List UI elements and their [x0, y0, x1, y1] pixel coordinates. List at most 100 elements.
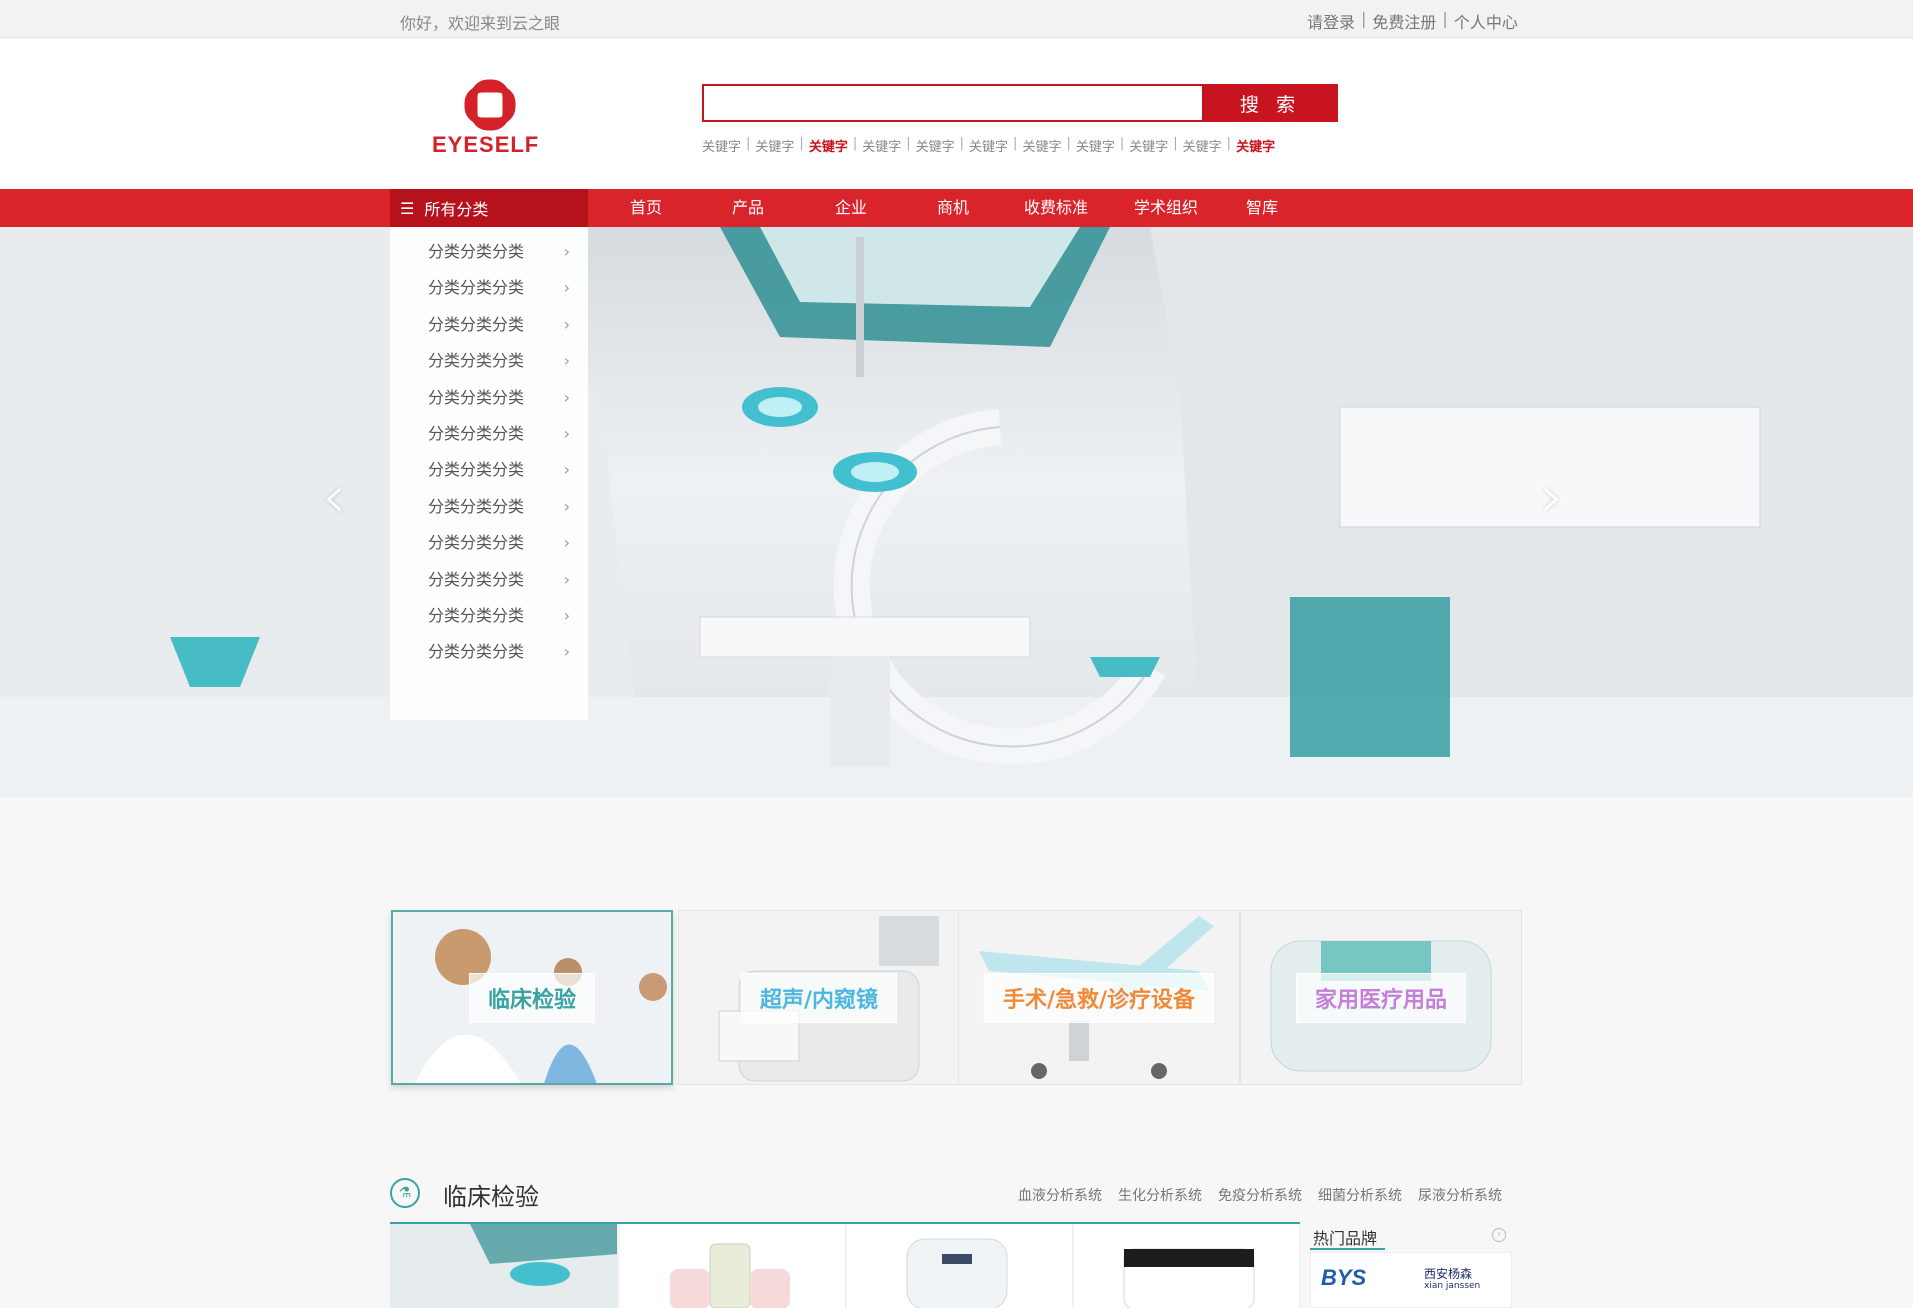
chevron-right-icon: › — [563, 496, 570, 516]
search-input[interactable] — [702, 84, 1204, 122]
category-item[interactable]: 分类分类分类 › — [390, 452, 588, 488]
chevron-right-icon: › — [563, 314, 570, 334]
sublink-blood[interactable]: 血液分析系统 — [1018, 1185, 1102, 1205]
hot-keyword[interactable]: 关键字 — [809, 136, 848, 155]
product-card[interactable] — [847, 1224, 1073, 1308]
register-link[interactable]: 免费注册 — [1372, 9, 1436, 33]
login-link[interactable]: 请登录 — [1307, 9, 1355, 33]
hot-keyword[interactable]: 关键字 — [755, 136, 794, 155]
top-links: 请登录 | 免费注册 | 个人中心 — [1307, 9, 1518, 33]
nav-item-products[interactable]: 产品 — [718, 189, 778, 227]
category-item[interactable]: 分类分类分类 › — [390, 307, 588, 343]
keyword-separator: | — [1226, 136, 1232, 151]
hot-brands-underline — [1310, 1248, 1385, 1250]
sublink-bacteria[interactable]: 细菌分析系统 — [1318, 1185, 1402, 1205]
hot-keyword[interactable]: 关键字 — [1236, 136, 1275, 155]
category-item[interactable]: 分类分类分类 › — [390, 380, 588, 416]
keyword-separator: | — [1066, 136, 1071, 151]
tile-ultrasound[interactable]: 超声/内窥镜 — [678, 910, 960, 1085]
separator: | — [1361, 9, 1367, 28]
chevron-right-icon: › — [563, 387, 570, 407]
nav-item-thinktank[interactable]: 智库 — [1232, 189, 1292, 227]
brand-xian-janssen[interactable]: 西安杨森 — [1424, 1265, 1472, 1282]
category-label: 分类分类分类 — [428, 606, 525, 625]
hot-keyword[interactable]: 关键字 — [702, 136, 741, 155]
feature-image — [470, 1224, 617, 1286]
keyword-separator: | — [959, 136, 965, 151]
category-item[interactable]: 分类分类分类 › — [390, 489, 588, 525]
top-bar — [0, 0, 1913, 38]
all-categories-button[interactable]: ☰ 所有分类 — [390, 189, 588, 227]
user-center-link[interactable]: 个人中心 — [1454, 9, 1518, 33]
category-label: 分类分类分类 — [428, 351, 525, 371]
category-item[interactable]: 分类分类分类 › — [390, 416, 588, 452]
chevron-right-icon: › — [563, 278, 570, 298]
hot-brands-title: 热门品牌 — [1313, 1229, 1378, 1248]
hot-keywords: 关键字 | 关键字 | 关键字 | 关键字 | 关键字 | 关键字 | 关键字 | 关键字 | 关键字 | 关键字 |… — [702, 136, 1275, 155]
hot-keyword[interactable]: 关键字 — [1022, 136, 1061, 155]
category-label: 分类分类分类 — [428, 642, 525, 662]
category-item[interactable]: 分类分类分类 › — [390, 234, 588, 270]
category-label: 分类分类分类 — [428, 278, 525, 298]
banner-prev-arrow[interactable]: ‹ — [322, 462, 346, 532]
section-feature-image[interactable] — [390, 1224, 618, 1308]
banner-next-arrow[interactable]: › — [1540, 462, 1564, 532]
product-card[interactable] — [1074, 1224, 1300, 1308]
category-item[interactable]: 分类分类分类 › — [390, 634, 588, 670]
sublink-immune[interactable]: 免疫分析系统 — [1218, 1185, 1302, 1205]
keyword-separator: | — [852, 136, 858, 151]
hot-keyword[interactable]: 关键字 — [1183, 136, 1222, 155]
brand-logos: BYS 西安杨森 xian janssen — [1310, 1252, 1512, 1308]
product-image — [1123, 1248, 1255, 1308]
category-label: 分类分类分类 — [428, 424, 525, 443]
tile-clinical-lab[interactable]: 临床检验 — [391, 910, 673, 1085]
category-item[interactable]: 分类分类分类 › — [390, 562, 588, 598]
hot-keyword[interactable]: 关键字 — [862, 136, 901, 155]
sublink-urine[interactable]: 尿液分析系统 — [1418, 1185, 1502, 1205]
hot-keyword[interactable]: 关键字 — [969, 136, 1008, 155]
more-brands-icon[interactable]: › — [1492, 1228, 1506, 1242]
tile-home-care[interactable]: 家用医疗用品 — [1240, 910, 1522, 1085]
search-button[interactable]: 搜 索 — [1203, 84, 1338, 122]
category-item[interactable]: 分类分类分类 › — [390, 343, 588, 379]
category-item[interactable]: 分类分类分类 › — [390, 598, 588, 634]
chevron-right-icon: › — [563, 460, 570, 480]
tile-label: 临床检验 — [468, 972, 596, 1023]
tile-label: 手术/急救/诊疗设备 — [983, 972, 1215, 1023]
keyword-separator: | — [1173, 136, 1178, 151]
brand-xian-janssen-en: xian janssen — [1424, 1281, 1481, 1291]
hot-keyword[interactable]: 关键字 — [1076, 136, 1115, 155]
nav-item-academic[interactable]: 学术组织 — [1128, 189, 1204, 227]
chevron-right-icon: › — [563, 351, 570, 371]
hot-keyword[interactable]: 关键字 — [1129, 136, 1168, 155]
chevron-right-icon: › — [563, 424, 570, 443]
keyword-separator: | — [746, 136, 751, 151]
tile-label: 家用医疗用品 — [1295, 972, 1467, 1023]
keyword-separator: | — [799, 136, 804, 151]
tile-label: 超声/内窥镜 — [740, 972, 898, 1023]
logo-text: EYESELF — [432, 132, 540, 157]
category-item[interactable]: 分类分类分类 › — [390, 270, 588, 306]
hot-keyword[interactable]: 关键字 — [916, 136, 955, 155]
category-item[interactable]: 分类分类分类 › — [390, 525, 588, 561]
product-card[interactable] — [620, 1224, 846, 1308]
nav-item-companies[interactable]: 企业 — [821, 189, 881, 227]
chevron-right-icon: › — [563, 533, 570, 553]
keyword-separator: | — [906, 136, 911, 151]
logo-icon — [464, 79, 516, 131]
chevron-right-icon: › — [563, 606, 570, 625]
chevron-right-icon: › — [563, 242, 570, 261]
separator: | — [1442, 9, 1448, 28]
tile-surgical[interactable]: 手术/急救/诊疗设备 — [958, 910, 1240, 1085]
brand-bys[interactable]: BYS — [1321, 1265, 1366, 1291]
sublink-biochem[interactable]: 生化分析系统 — [1118, 1185, 1202, 1205]
section-sublinks: 血液分析系统 生化分析系统 免疫分析系统 细菌分析系统 尿液分析系统 — [1018, 1185, 1502, 1205]
nav-item-home[interactable]: 首页 — [616, 189, 676, 227]
nav-item-pricing[interactable]: 收费标准 — [1018, 189, 1094, 227]
welcome-text: 你好，欢迎来到云之眼 — [400, 14, 561, 33]
category-label: 分类分类分类 — [428, 387, 525, 407]
hero-banner[interactable] — [0, 227, 1913, 797]
nav-item-business[interactable]: 商机 — [923, 189, 983, 227]
category-label: 分类分类分类 — [428, 460, 525, 480]
category-label: 分类分类分类 — [428, 314, 525, 334]
